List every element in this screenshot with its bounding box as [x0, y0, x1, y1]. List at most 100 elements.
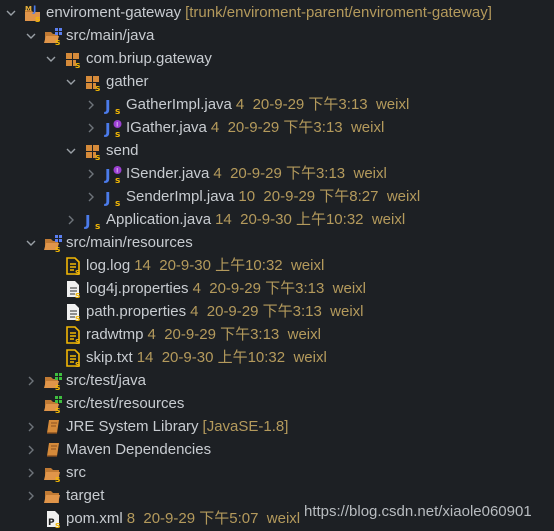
- chevron-right-icon[interactable]: [84, 93, 98, 116]
- svg-text:s: s: [95, 153, 100, 160]
- tree-item[interactable]: target: [24, 484, 104, 507]
- svg-text:s: s: [75, 360, 80, 367]
- chevron-down-icon[interactable]: [44, 47, 58, 70]
- chevron-down-icon[interactable]: [4, 1, 18, 24]
- chevron-right-icon[interactable]: [84, 162, 98, 185]
- tree-item-label: send: [106, 142, 139, 159]
- maven-project-icon: MJs: [24, 4, 42, 22]
- source-folder-icon: s: [44, 27, 62, 45]
- tree-item[interactable]: M Js enviroment-gateway [trunk/enviroment-p…: [4, 1, 492, 24]
- tree-item-decoration: 14 20-9-30 上午10:32 weixl: [215, 211, 406, 228]
- tree-item[interactable]: s radwtmp 4 20-9-29 下午3:13 weixl: [44, 323, 321, 346]
- folder-svn-icon: s: [44, 464, 62, 482]
- tree-item[interactable]: s path.properties 4 20-9-29 下午3:13 weixl: [44, 300, 364, 323]
- tree-item-decoration: 14 20-9-30 上午10:32 weixl: [134, 257, 325, 274]
- chevron-down-icon[interactable]: [64, 70, 78, 93]
- tree-item[interactable]: Ps pom.xml 8 20-9-29 下午5:07 weixl: [24, 507, 300, 530]
- chevron-right-icon[interactable]: [24, 461, 38, 484]
- source-folder-icon: s: [44, 234, 62, 252]
- tree-item[interactable]: s src/main/resources: [24, 231, 193, 254]
- text-file-icon: s: [64, 256, 82, 275]
- tree-item-decoration: 8 20-9-29 下午5:07 weixl: [126, 510, 301, 527]
- tree-item[interactable]: s src/test/java: [24, 369, 146, 392]
- chevron-right-icon[interactable]: [24, 369, 38, 392]
- tree-item-label: com.briup.gateway: [86, 50, 212, 67]
- tree-item-decoration: 14 20-9-30 上午10:32 weixl: [136, 349, 327, 366]
- tree-item-label: gather: [106, 73, 149, 90]
- tree-item[interactable]: Maven Dependencies: [24, 438, 211, 461]
- tree-item-label: src/main/resources: [66, 234, 193, 251]
- library-icon: [44, 441, 62, 459]
- chevron-right-icon[interactable]: [24, 438, 38, 461]
- java-interface-icon: JIs: [104, 165, 122, 183]
- chevron-right-icon[interactable]: [24, 484, 38, 507]
- chevron-down-icon[interactable]: [24, 231, 38, 254]
- tree-item-label: IGather.java: [126, 119, 207, 136]
- tree-item-label: src/test/resources: [66, 395, 185, 412]
- svg-text:s: s: [55, 406, 60, 413]
- tree-item-label: pom.xml: [66, 510, 123, 527]
- chevron-right-icon[interactable]: [64, 208, 78, 231]
- tree-item[interactable]: s com.briup.gateway: [44, 47, 212, 70]
- svg-text:s: s: [95, 84, 100, 91]
- java-interface-icon: JIs: [104, 119, 122, 137]
- tree-item-label: log4j.properties: [86, 280, 189, 297]
- tree-item[interactable]: s src: [24, 461, 86, 484]
- tree-item[interactable]: J Is ISender.java 4 20-9-29 下午3:13 weixl: [84, 162, 387, 185]
- pom-file-icon: Ps: [44, 510, 62, 528]
- properties-file-icon: s: [64, 280, 82, 298]
- tree-item-label: JRE System Library: [66, 418, 199, 435]
- tree-item-label: enviroment-gateway: [46, 4, 182, 21]
- svg-text:M: M: [25, 5, 32, 13]
- properties-file-icon: s: [64, 303, 82, 321]
- tree-item[interactable]: J Is IGather.java 4 20-9-29 下午3:13 weixl: [84, 116, 384, 139]
- tree-item[interactable]: Js SenderImpl.java 10 20-9-29 下午8:27 weixl: [84, 185, 420, 208]
- svg-text:s: s: [35, 15, 40, 22]
- svg-text:s: s: [55, 383, 60, 390]
- tree-item-label: skip.txt: [86, 349, 133, 366]
- tree-item[interactable]: Js Application.java 14 20-9-30 上午10:32 wei…: [64, 208, 405, 231]
- tree-item-decoration: 10 20-9-29 下午8:27 weixl: [238, 188, 421, 205]
- svg-text:s: s: [55, 521, 60, 528]
- tree-item-label: target: [66, 487, 105, 504]
- svg-text:s: s: [55, 38, 60, 45]
- svg-text:s: s: [55, 245, 60, 252]
- text-file-icon: s: [64, 325, 82, 344]
- svg-text:I: I: [116, 121, 118, 128]
- chevron-right-icon[interactable]: [84, 116, 98, 139]
- chevron-right-icon[interactable]: [24, 415, 38, 438]
- svg-text:s: s: [115, 107, 120, 114]
- svg-text:s: s: [95, 222, 100, 229]
- package-icon: s: [84, 73, 102, 91]
- tree-item[interactable]: s send: [64, 139, 139, 162]
- tree-item[interactable]: s log.log 14 20-9-30 上午10:32 weixl: [44, 254, 324, 277]
- tree-item-label: src/test/java: [66, 372, 147, 389]
- svg-text:I: I: [116, 167, 118, 174]
- svg-text:s: s: [75, 268, 80, 275]
- tree-item-decoration: [JavaSE-1.8]: [202, 418, 289, 435]
- svg-text:J: J: [32, 5, 36, 15]
- tree-item[interactable]: s skip.txt 14 20-9-30 上午10:32 weixl: [44, 346, 327, 369]
- chevron-down-icon[interactable]: [64, 139, 78, 162]
- tree-item[interactable]: s log4j.properties 4 20-9-29 下午3:13 weixl: [44, 277, 366, 300]
- svg-text:s: s: [115, 130, 120, 137]
- tree-item[interactable]: s src/test/resources: [24, 392, 184, 415]
- tree-item-label: path.properties: [86, 303, 187, 320]
- tree-item[interactable]: s src/main/java: [24, 24, 154, 47]
- svg-text:J: J: [104, 189, 111, 206]
- tree-item-label: ISender.java: [126, 165, 210, 182]
- watermark: https://blog.csdn.net/xiaole060901: [304, 503, 532, 520]
- tree-item[interactable]: JRE System Library [JavaSE-1.8]: [24, 415, 288, 438]
- tree-item-decoration: 4 20-9-29 下午3:13 weixl: [192, 280, 366, 297]
- tree-item[interactable]: s gather: [64, 70, 149, 93]
- tree-item-label: src/main/java: [66, 27, 155, 44]
- java-class-icon: Js: [104, 96, 122, 114]
- tree-item-label: src: [66, 464, 86, 481]
- svg-text:P: P: [48, 518, 55, 528]
- chevron-down-icon[interactable]: [24, 24, 38, 47]
- tree-item[interactable]: Js GatherImpl.java 4 20-9-29 下午3:13 weixl: [84, 93, 409, 116]
- chevron-right-icon[interactable]: [84, 185, 98, 208]
